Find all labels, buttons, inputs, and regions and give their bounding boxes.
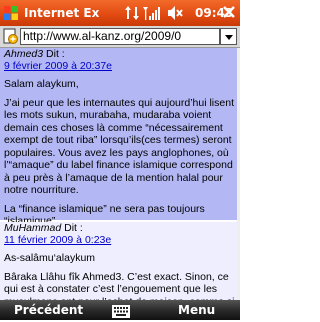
comment-paragraph: As-salâmu‘alaykum bbox=[4, 252, 96, 264]
scrollbar[interactable] bbox=[237, 48, 240, 301]
address-bar bbox=[0, 26, 240, 48]
signal-icon[interactable] bbox=[142, 4, 162, 26]
connectivity-icon[interactable] bbox=[124, 4, 140, 26]
url-input[interactable] bbox=[20, 28, 220, 45]
close-button[interactable] bbox=[221, 5, 237, 21]
comment-paragraph: Bâraka Llâhu fîk Ahmed3. C’est exact. Si… bbox=[4, 270, 235, 302]
comment-item: MuHammad Dit : 11 février 2009 à 0:23e A… bbox=[0, 222, 237, 301]
comment-item: Ahmed3 Dit : 9 février 2009 à 20:37e Sal… bbox=[0, 48, 237, 227]
comment-author: MuHammad bbox=[4, 222, 62, 234]
comment-date-link[interactable]: 11 février 2009 à 0:23e bbox=[4, 234, 235, 246]
back-softkey[interactable]: Précédent bbox=[14, 302, 83, 318]
url-dropdown-button[interactable] bbox=[220, 28, 237, 45]
menu-softkey[interactable]: Menu bbox=[178, 302, 215, 318]
app-title: Internet Ex bbox=[24, 6, 100, 20]
favorites-icon[interactable] bbox=[2, 28, 19, 45]
comment-paragraph: J’ai peur que les internautes qui aujour… bbox=[4, 96, 234, 197]
comment-author-line: MuHammad Dit : bbox=[4, 222, 235, 234]
comment-author: Ahmed3 bbox=[4, 48, 44, 60]
softkey-bar: Précédent Menu bbox=[0, 300, 240, 320]
volume-muted-icon[interactable] bbox=[166, 4, 184, 26]
windows-logo-icon[interactable] bbox=[3, 5, 19, 21]
comment-author-line: Ahmed3 Dit : bbox=[4, 48, 235, 60]
comment-dit: Dit : bbox=[61, 222, 83, 234]
keyboard-icon[interactable] bbox=[112, 303, 130, 318]
page-content[interactable]: Ahmed3 Dit : 9 février 2009 à 20:37e Sal… bbox=[0, 48, 240, 301]
comment-paragraph: Salam alaykum, bbox=[4, 78, 79, 90]
comment-dit: Dit : bbox=[43, 48, 65, 60]
title-bar: Internet Ex 09:43 bbox=[0, 0, 240, 26]
comment-date-link[interactable]: 9 février 2009 à 20:37e bbox=[4, 60, 235, 72]
